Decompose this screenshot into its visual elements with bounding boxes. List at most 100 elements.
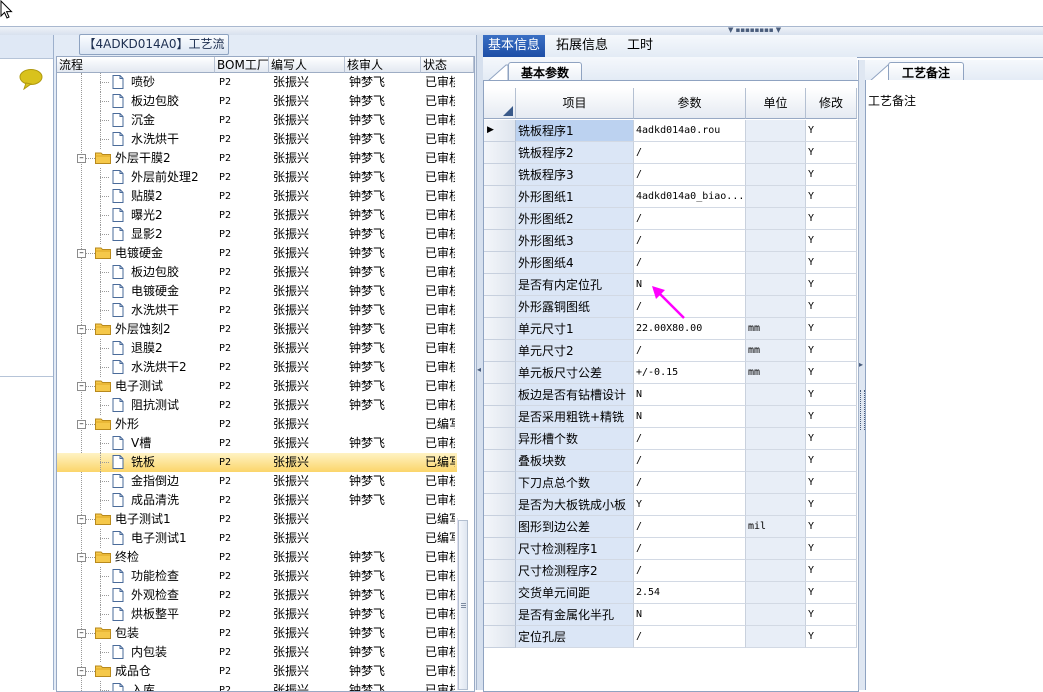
- collapse-toggle-icon[interactable]: –: [77, 420, 86, 429]
- param-value-cell[interactable]: /: [634, 142, 746, 164]
- param-value-cell[interactable]: /: [634, 450, 746, 472]
- collapse-toggle-icon[interactable]: –: [77, 667, 86, 676]
- collapse-toggle-icon[interactable]: –: [77, 249, 86, 258]
- column-header-modify[interactable]: 修改: [806, 88, 857, 119]
- param-row[interactable]: 尺寸检测程序2/ Y: [484, 560, 857, 582]
- row-selector[interactable]: [484, 604, 516, 626]
- tree-row[interactable]: 电镀硬金 P2 张振兴 钟梦飞 已审核: [57, 282, 457, 301]
- process-notes-area[interactable]: 工艺备注: [865, 80, 1043, 690]
- tree-row[interactable]: 板边包胶 P2 张振兴 钟梦飞 已审核: [57, 263, 457, 282]
- tree-row[interactable]: 烘板整平 P2 张振兴 钟梦飞 已审核: [57, 605, 457, 624]
- tree-row[interactable]: – 外层蚀刻2 P2 张振兴 钟梦飞 已审核: [57, 320, 457, 339]
- tree-row[interactable]: 水洗烘干 P2 张振兴 钟梦飞 已审核: [57, 301, 457, 320]
- chat-bubble-icon[interactable]: [18, 68, 44, 90]
- param-row[interactable]: 定位孔层 / Y: [484, 626, 857, 648]
- param-row[interactable]: 单元尺寸2/mm Y: [484, 340, 857, 362]
- column-header-flow[interactable]: 流程: [57, 57, 215, 73]
- param-value-cell[interactable]: N: [634, 406, 746, 428]
- param-row[interactable]: 叠板块数 / Y: [484, 450, 857, 472]
- row-selector[interactable]: [484, 362, 516, 384]
- param-row[interactable]: 铣板程序2/ Y: [484, 142, 857, 164]
- param-row[interactable]: 外形图纸1 4adkd014a0_biao... Y: [484, 186, 857, 208]
- param-row[interactable]: 图形到边公差 / mil Y: [484, 516, 857, 538]
- tree-row[interactable]: 内包装 P2 张振兴 钟梦飞 已审核: [57, 643, 457, 662]
- tree-row[interactable]: 水洗烘干 P2 张振兴 钟梦飞 已审核: [57, 130, 457, 149]
- param-row[interactable]: 是否有金属化半孔 N Y: [484, 604, 857, 626]
- tree-row[interactable]: 入库 P2 张振兴 钟梦飞 已审核: [57, 681, 457, 691]
- tree-row[interactable]: 功能检查 P2 张振兴 钟梦飞 已审核: [57, 567, 457, 586]
- row-selector[interactable]: [484, 582, 516, 604]
- row-selector[interactable]: [484, 252, 516, 274]
- tab-basic-info[interactable]: 基本信息: [483, 35, 545, 57]
- param-value-cell[interactable]: Y: [634, 494, 746, 516]
- tree-row[interactable]: 外层前处理2 P2 张振兴 钟梦飞 已审核: [57, 168, 457, 187]
- tree-row[interactable]: 板边包胶 P2 张振兴 钟梦飞 已审核: [57, 92, 457, 111]
- tree-row[interactable]: 喷砂 P2 张振兴 钟梦飞 已审核: [57, 73, 457, 92]
- tab-working-hours[interactable]: 工时: [618, 35, 662, 57]
- column-header-param[interactable]: 参数: [634, 88, 746, 119]
- row-selector[interactable]: [484, 472, 516, 494]
- row-selector[interactable]: [484, 274, 516, 296]
- param-value-cell[interactable]: N: [634, 604, 746, 626]
- tree-row[interactable]: 曝光2 P2 张振兴 钟梦飞 已审核: [57, 206, 457, 225]
- tree-row[interactable]: 贴膜2 P2 张振兴 钟梦飞 已审核: [57, 187, 457, 206]
- tree-row[interactable]: – 电子测试 P2 张振兴 钟梦飞 已审核: [57, 377, 457, 396]
- tab-extended-info[interactable]: 拓展信息: [551, 35, 613, 57]
- row-selector[interactable]: [484, 340, 516, 362]
- row-selector[interactable]: [484, 516, 516, 538]
- row-selector[interactable]: [484, 560, 516, 582]
- column-header-unit[interactable]: 单位: [746, 88, 806, 119]
- param-row[interactable]: 单元板尺寸公差 +/-0.15 mm Y: [484, 362, 857, 384]
- collapse-toggle-icon[interactable]: –: [77, 325, 86, 334]
- param-value-cell[interactable]: /: [634, 626, 746, 648]
- param-row[interactable]: 外形图纸2/ Y: [484, 208, 857, 230]
- tree-row[interactable]: – 电子测试1 P2 张振兴 已编写: [57, 510, 457, 529]
- column-header-item[interactable]: 项目: [516, 88, 634, 119]
- param-value-cell[interactable]: 2.54: [634, 582, 746, 604]
- tree-scrollbar-thumb[interactable]: [458, 520, 468, 690]
- collapse-toggle-icon[interactable]: –: [77, 553, 86, 562]
- tree-row[interactable]: 金指倒边 P2 张振兴 钟梦飞 已审核: [57, 472, 457, 491]
- param-value-cell[interactable]: /: [634, 472, 746, 494]
- row-selector[interactable]: [484, 296, 516, 318]
- param-row[interactable]: 板边是否有钻槽设计 N Y: [484, 384, 857, 406]
- tree-row[interactable]: 水洗烘干2 P2 张振兴 钟梦飞 已审核: [57, 358, 457, 377]
- param-value-cell[interactable]: /: [634, 252, 746, 274]
- param-row[interactable]: 异形槽个数 / Y: [484, 428, 857, 450]
- param-row[interactable]: 交货单元间距 2.54 Y: [484, 582, 857, 604]
- param-row[interactable]: 尺寸检测程序1/ Y: [484, 538, 857, 560]
- column-header-reviewer[interactable]: 核审人: [345, 57, 421, 73]
- tree-row[interactable]: 显影2 P2 张振兴 钟梦飞 已审核: [57, 225, 457, 244]
- param-row[interactable]: 铣板程序3/ Y: [484, 164, 857, 186]
- tree-row[interactable]: – 成品仓 P2 张振兴 钟梦飞 已审核: [57, 662, 457, 681]
- row-selector[interactable]: [484, 428, 516, 450]
- param-value-cell[interactable]: 4adkd014a0_biao...: [634, 186, 746, 208]
- row-selector[interactable]: [484, 450, 516, 472]
- row-selector[interactable]: [484, 626, 516, 648]
- tree-row[interactable]: 阻抗测试 P2 张振兴 钟梦飞 已审核: [57, 396, 457, 415]
- param-value-cell[interactable]: /: [634, 538, 746, 560]
- tree-row[interactable]: 退膜2 P2 张振兴 钟梦飞 已审核: [57, 339, 457, 358]
- tree-row[interactable]: 铣板 P2 张振兴 已编写: [57, 453, 457, 472]
- collapse-toggle-icon[interactable]: –: [77, 629, 86, 638]
- param-row[interactable]: 是否采用粗铣+精铣 N Y: [484, 406, 857, 428]
- tree-row[interactable]: – 包装 P2 张振兴 钟梦飞 已审核: [57, 624, 457, 643]
- tree-row[interactable]: – 终检 P2 张振兴 钟梦飞 已审核: [57, 548, 457, 567]
- row-selector[interactable]: [484, 406, 516, 428]
- tree-row[interactable]: 沉金 P2 张振兴 钟梦飞 已审核: [57, 111, 457, 130]
- param-value-cell[interactable]: +/-0.15: [634, 362, 746, 384]
- param-value-cell[interactable]: N: [634, 384, 746, 406]
- tree-row[interactable]: – 外层干膜2 P2 张振兴 钟梦飞 已审核: [57, 149, 457, 168]
- flow-title-tab[interactable]: 【4ADKD014A0】工艺流程: [79, 34, 229, 70]
- param-value-cell[interactable]: 4adkd014a0.rou: [634, 120, 746, 142]
- row-selector[interactable]: [484, 538, 516, 560]
- param-row[interactable]: 下刀点总个数 / Y: [484, 472, 857, 494]
- row-selector[interactable]: [484, 494, 516, 516]
- row-selector[interactable]: [484, 230, 516, 252]
- param-row[interactable]: ▶ 铣板程序1 4adkd014a0.rou Y: [484, 120, 857, 142]
- row-selector[interactable]: [484, 318, 516, 340]
- row-selector[interactable]: [484, 164, 516, 186]
- row-selector[interactable]: [484, 384, 516, 406]
- row-selector[interactable]: ▶: [484, 120, 516, 142]
- row-selector[interactable]: [484, 186, 516, 208]
